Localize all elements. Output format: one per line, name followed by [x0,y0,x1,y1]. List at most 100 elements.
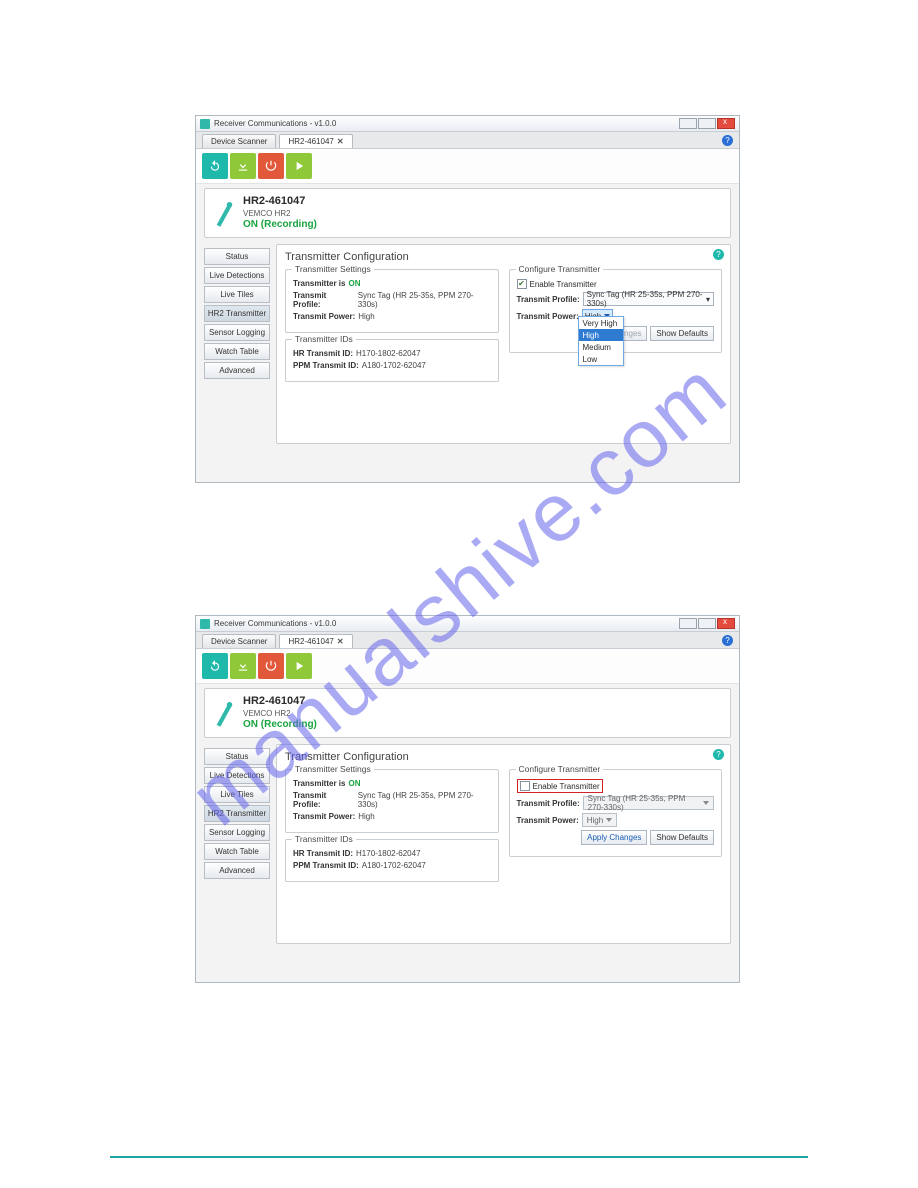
enable-transmitter-checkbox[interactable] [520,781,530,791]
sidebtn-live-tiles[interactable]: Live Tiles [204,786,270,803]
tab-close-icon[interactable]: ✕ [337,137,344,146]
sidebtn-status[interactable]: Status [204,248,270,265]
conf-power-value: High [587,816,603,825]
power-label: Transmit Power: [293,312,355,321]
toolbar [196,649,739,684]
download-button[interactable] [230,153,256,179]
window-title: Receiver Communications - v1.0.0 [214,619,336,628]
power-button[interactable] [258,153,284,179]
tab-device-scanner[interactable]: Device Scanner [202,134,276,148]
conf-power-label: Transmit Power: [517,816,579,825]
profile-value: Sync Tag (HR 25-35s, PPM 270-330s) [358,291,491,309]
sidebtn-watch-table[interactable]: Watch Table [204,343,270,360]
device-subtitle: VEMCO HR2 [243,209,317,219]
power-dropdown[interactable]: Very High High Medium Low [578,316,624,366]
sidebtn-sensor-logging[interactable]: Sensor Logging [204,324,270,341]
enable-highlight: Enable Transmitter [517,779,603,793]
device-title: HR2-461047 [243,695,317,709]
minimize-button[interactable] [679,618,697,629]
page-divider [110,1156,808,1158]
conf-profile-select[interactable]: Sync Tag (HR 25-35s, PPM 270-330s) [583,796,714,810]
settings-legend: Transmitter Settings [292,264,374,274]
tabbar-help-icon[interactable]: ? [722,135,733,146]
tab-device-active[interactable]: HR2-461047 ✕ [279,134,352,148]
show-defaults-button[interactable]: Show Defaults [650,830,714,845]
power-opt-high[interactable]: High [579,329,623,341]
device-icon [213,699,235,727]
conf-power-select[interactable]: High [582,813,617,827]
close-button[interactable] [717,618,735,629]
card-help-icon[interactable]: ? [713,249,724,260]
configure-transmitter-group: Configure Transmitter Enable Transmitter… [509,769,723,857]
configure-legend: Configure Transmitter [516,764,604,774]
transmitter-ids-group: Transmitter IDs HR Transmit ID: H170-180… [285,839,499,882]
maximize-button[interactable] [698,618,716,629]
chevron-down-icon [703,801,709,805]
play-button[interactable] [286,153,312,179]
ids-legend: Transmitter IDs [292,834,356,844]
card-title: Transmitter Configuration [285,751,722,763]
conf-profile-value: Sync Tag (HR 25-35s, PPM 270-330s) [587,290,704,308]
settings-legend: Transmitter Settings [292,764,374,774]
ppm-id-label: PPM Transmit ID: [293,861,359,870]
enable-transmitter-checkbox[interactable] [517,279,527,289]
profile-label: Transmit Profile: [293,291,355,309]
sidebtn-sensor-logging[interactable]: Sensor Logging [204,824,270,841]
app-icon [200,619,210,629]
tab-device-scanner[interactable]: Device Scanner [202,634,276,648]
conf-profile-select[interactable]: Sync Tag (HR 25-35s, PPM 270-330s) ▾ [583,292,714,306]
card-help-icon[interactable]: ? [713,749,724,760]
close-button[interactable] [717,118,735,129]
toolbar [196,149,739,184]
minimize-button[interactable] [679,118,697,129]
tabbar-help-icon[interactable]: ? [722,635,733,646]
transmitter-settings-group: Transmitter Settings Transmitter is ON T… [285,769,499,833]
refresh-button[interactable] [202,153,228,179]
tab-close-icon[interactable]: ✕ [337,637,344,646]
sidebtn-live-tiles[interactable]: Live Tiles [204,286,270,303]
device-status: ON (Recording) [243,719,317,732]
transmitter-ids-group: Transmitter IDs HR Transmit ID: H170-180… [285,339,499,382]
device-header: HR2-461047 VEMCO HR2 ON (Recording) [204,188,731,238]
show-defaults-button[interactable]: Show Defaults [650,326,714,341]
sidebtn-live-detections[interactable]: Live Detections [204,267,270,284]
profile-label: Transmit Profile: [293,791,355,809]
configure-transmitter-group: Configure Transmitter Enable Transmitter… [509,269,723,353]
sidebtn-watch-table[interactable]: Watch Table [204,843,270,860]
maximize-button[interactable] [698,118,716,129]
sidebtn-hr2-transmitter[interactable]: HR2 Transmitter [204,305,270,322]
transmitter-settings-group: Transmitter Settings Transmitter is ON T… [285,269,499,333]
tab-device-active[interactable]: HR2-461047 ✕ [279,634,352,648]
transmitter-is-label: Transmitter is [293,279,345,288]
config-card: ? Transmitter Configuration Transmitter … [276,244,731,444]
enable-transmitter-label: Enable Transmitter [530,280,597,289]
conf-profile-label: Transmit Profile: [517,295,580,304]
transmitter-is-label: Transmitter is [293,779,345,788]
conf-profile-label: Transmit Profile: [517,799,580,808]
window-title: Receiver Communications - v1.0.0 [214,119,336,128]
hr-id-value: H170-1802-62047 [356,849,421,858]
screenshot-2: Receiver Communications - v1.0.0 Device … [195,615,740,983]
config-card: ? Transmitter Configuration Transmitter … [276,744,731,944]
power-button[interactable] [258,653,284,679]
hr-id-value: H170-1802-62047 [356,349,421,358]
power-value: High [358,312,374,321]
sidebtn-hr2-transmitter[interactable]: HR2 Transmitter [204,805,270,822]
refresh-button[interactable] [202,653,228,679]
device-status: ON (Recording) [243,219,317,232]
power-opt-low[interactable]: Low [579,353,623,365]
profile-value: Sync Tag (HR 25-35s, PPM 270-330s) [358,791,491,809]
sidebtn-advanced[interactable]: Advanced [204,862,270,879]
sidebtn-live-detections[interactable]: Live Detections [204,767,270,784]
side-menu: Status Live Detections Live Tiles HR2 Tr… [204,248,270,444]
play-button[interactable] [286,653,312,679]
sidebtn-status[interactable]: Status [204,748,270,765]
sidebtn-advanced[interactable]: Advanced [204,362,270,379]
power-opt-medium[interactable]: Medium [579,341,623,353]
download-button[interactable] [230,653,256,679]
transmitter-is-value: ON [348,279,360,288]
conf-profile-value: Sync Tag (HR 25-35s, PPM 270-330s) [588,794,700,812]
screenshot-1: Receiver Communications - v1.0.0 Device … [195,115,740,483]
power-opt-very-high[interactable]: Very High [579,317,623,329]
apply-changes-button[interactable]: Apply Changes [581,830,647,845]
